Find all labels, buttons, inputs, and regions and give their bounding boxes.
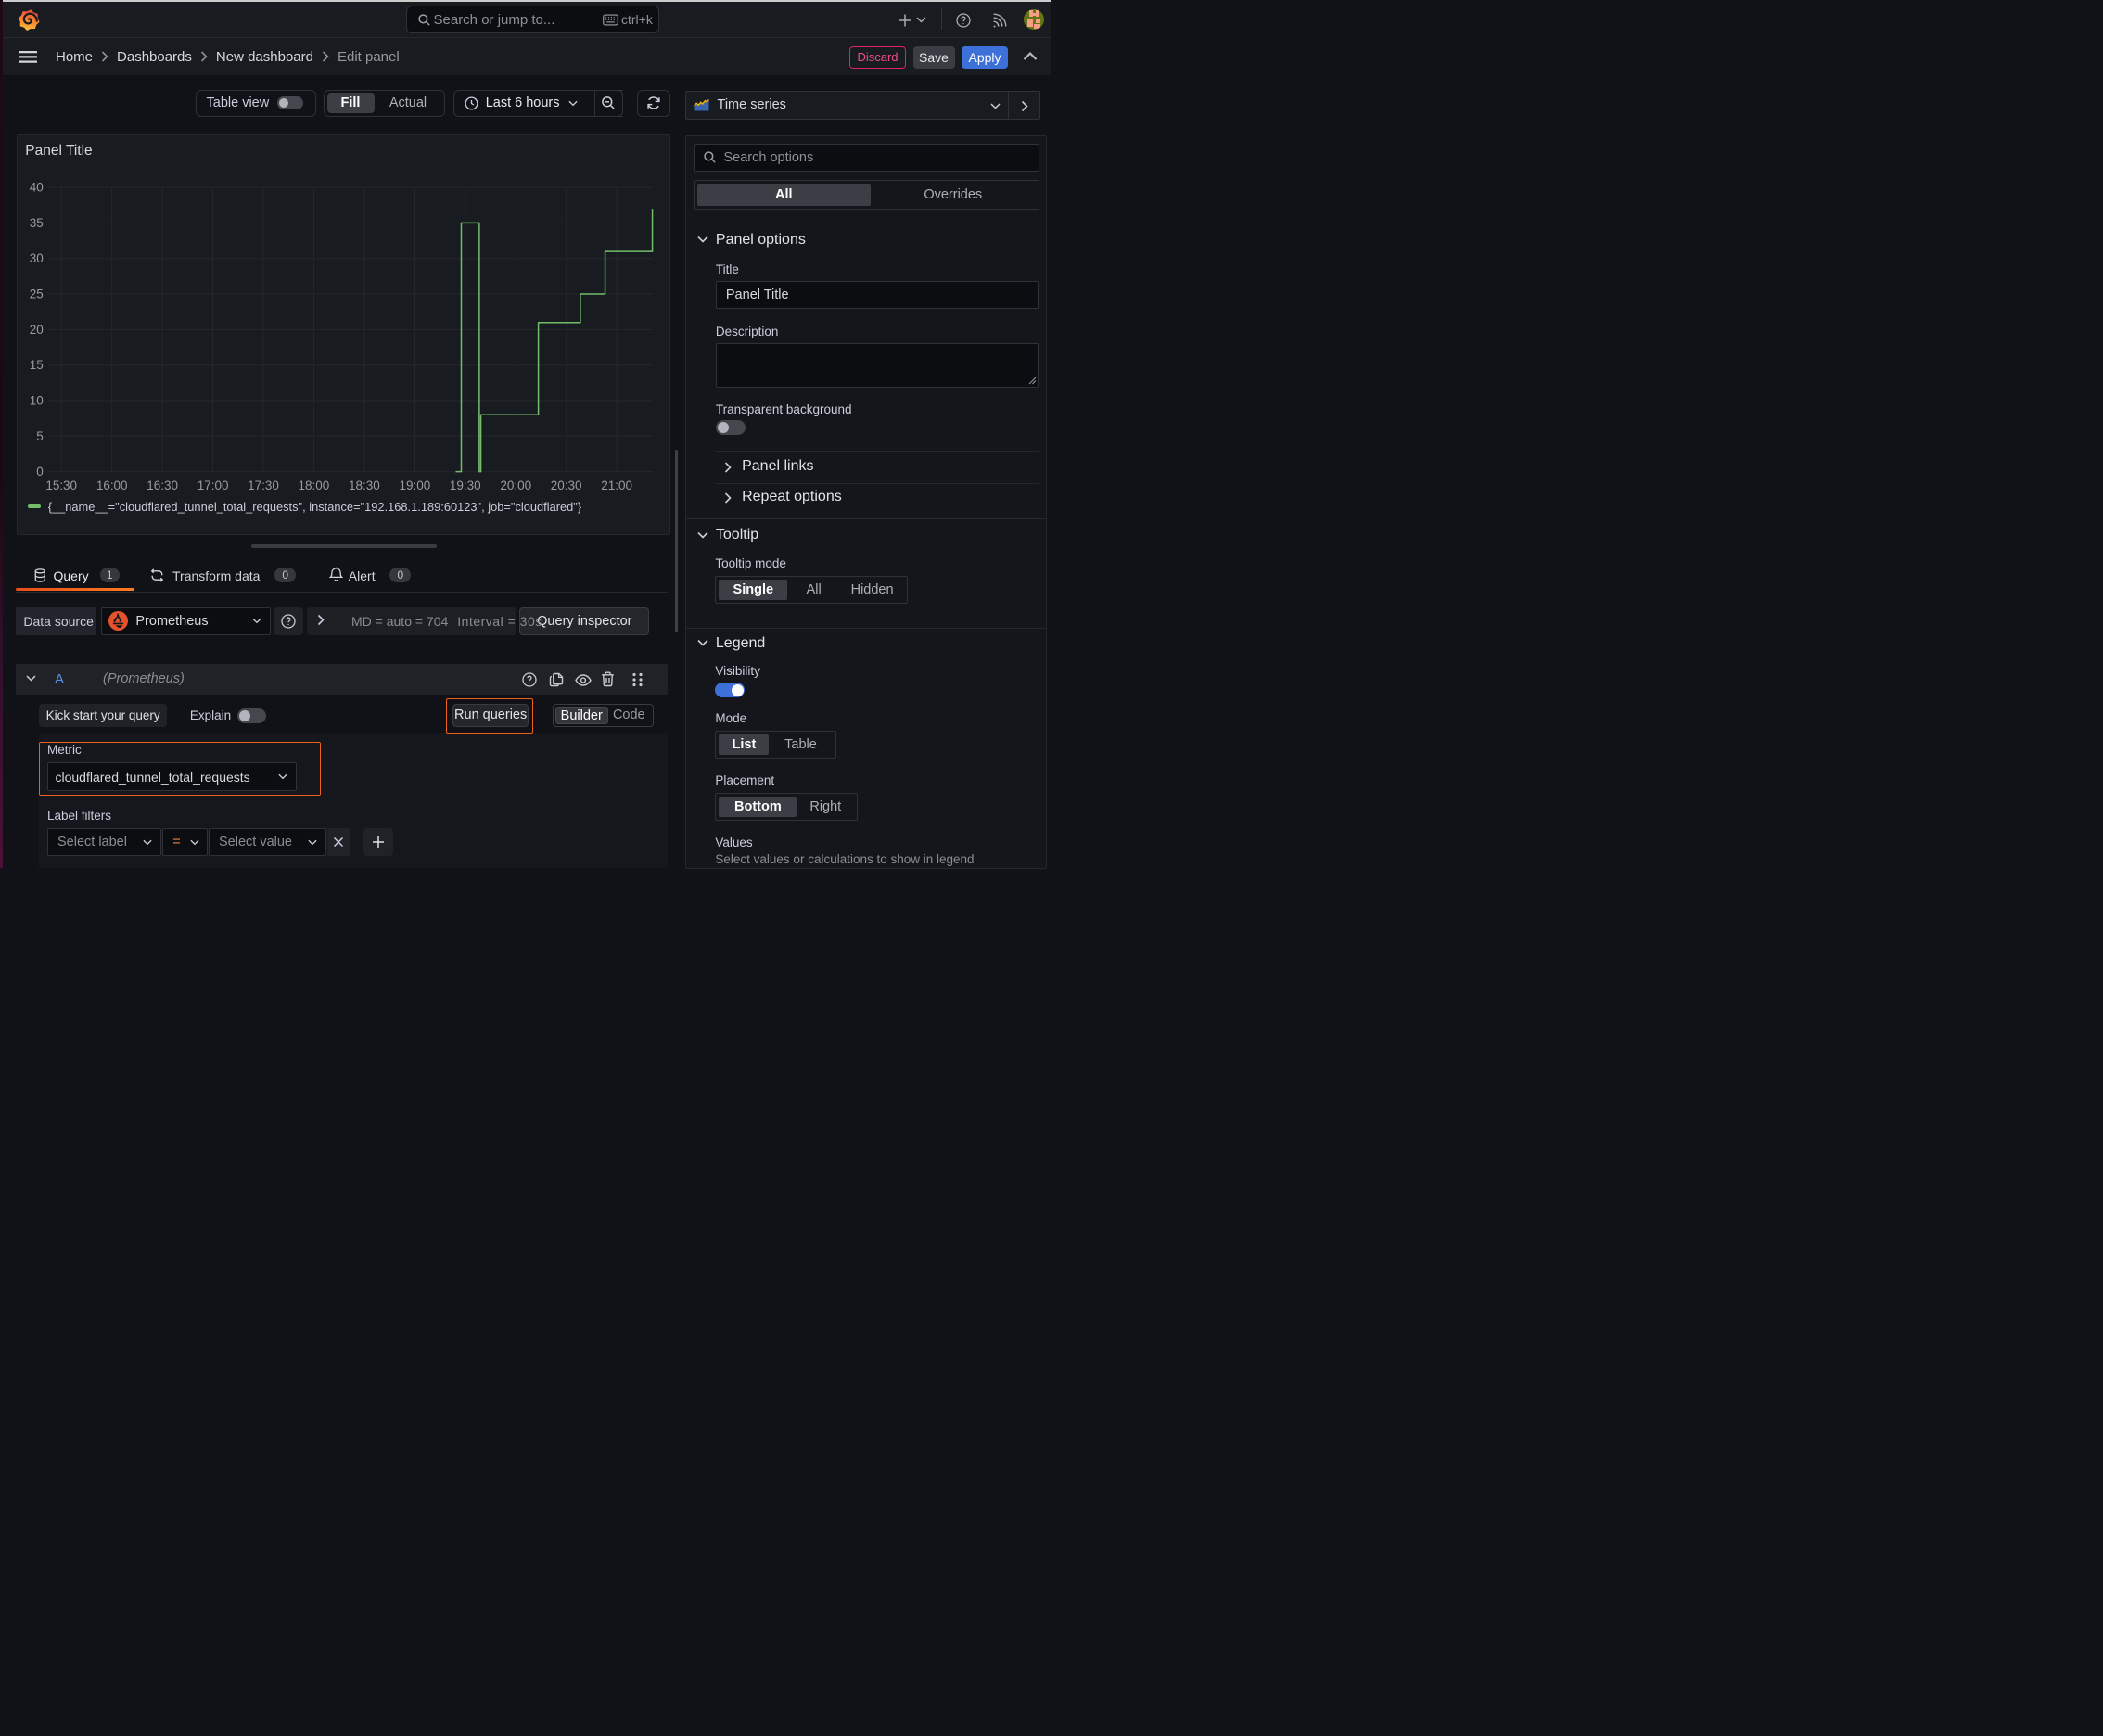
svg-text:15:30: 15:30 xyxy=(45,479,77,492)
svg-text:18:00: 18:00 xyxy=(299,479,330,492)
svg-text:16:30: 16:30 xyxy=(147,479,178,492)
svg-text:25: 25 xyxy=(30,287,44,301)
svg-text:15: 15 xyxy=(30,358,44,372)
svg-text:20: 20 xyxy=(30,323,44,337)
svg-text:10: 10 xyxy=(30,394,44,408)
svg-text:40: 40 xyxy=(30,181,44,195)
svg-text:18:30: 18:30 xyxy=(349,479,380,492)
svg-text:16:00: 16:00 xyxy=(96,479,128,492)
svg-text:30: 30 xyxy=(30,251,44,265)
svg-text:35: 35 xyxy=(30,216,44,230)
svg-text:17:30: 17:30 xyxy=(248,479,279,492)
svg-text:19:30: 19:30 xyxy=(450,479,481,492)
svg-text:20:30: 20:30 xyxy=(551,479,582,492)
svg-text:20:00: 20:00 xyxy=(500,479,531,492)
svg-text:17:00: 17:00 xyxy=(198,479,229,492)
svg-text:0: 0 xyxy=(36,465,44,479)
svg-text:19:00: 19:00 xyxy=(400,479,431,492)
svg-text:5: 5 xyxy=(36,429,44,443)
svg-text:21:00: 21:00 xyxy=(601,479,632,492)
